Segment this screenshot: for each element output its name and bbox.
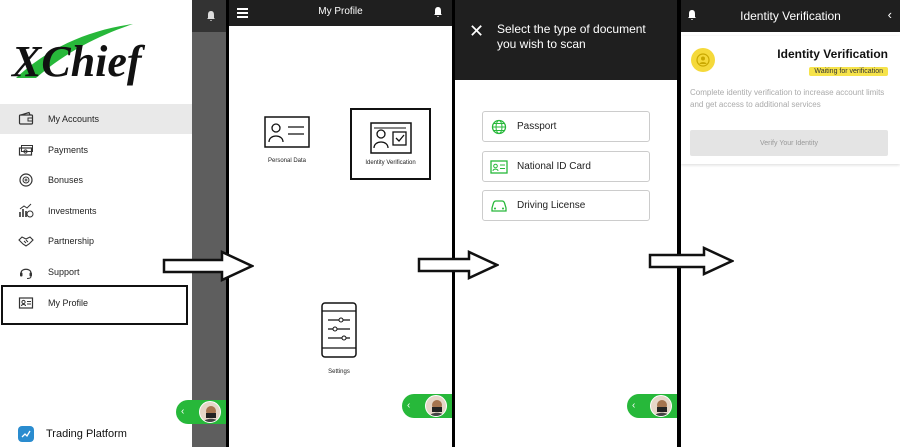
sidebar-item-label: My Accounts <box>48 114 100 124</box>
bell-icon[interactable] <box>205 10 217 22</box>
id-card-icon <box>489 159 509 175</box>
avatar <box>199 401 221 423</box>
driving-license-option[interactable]: Driving License <box>482 190 650 221</box>
verification-header: Identity Verification ‹ <box>681 0 900 32</box>
chevron-left-icon[interactable]: ‹ <box>888 7 892 22</box>
svg-text:XChief: XChief <box>10 37 146 86</box>
arrow-right-icon <box>417 250 499 280</box>
arrow-right-icon <box>648 246 734 276</box>
arrow-right-icon <box>162 250 254 282</box>
option-label: Driving License <box>517 200 586 211</box>
sidebar-item-investments[interactable]: Investments <box>0 196 192 226</box>
tile-settings[interactable]: Settings <box>317 302 361 382</box>
avatar <box>425 395 447 417</box>
chevron-left-icon: ‹ <box>407 400 411 411</box>
page-title: Select the type of document you wish to … <box>497 22 646 51</box>
passport-option[interactable]: Passport <box>482 111 650 142</box>
globe-icon <box>489 119 509 135</box>
option-label: Passport <box>517 121 557 132</box>
status-badge: Waiting for verification <box>809 67 888 76</box>
sidebar-item-my-accounts[interactable]: My Accounts <box>0 104 192 134</box>
sidebar-item-bonuses[interactable]: Bonuses <box>0 165 192 195</box>
identity-verification-panel: Identity Verification ‹ Identity Verific… <box>681 0 900 447</box>
handshake-icon <box>18 233 34 249</box>
option-label: National ID Card <box>517 161 591 172</box>
tile-identity-verification[interactable]: Identity Verification <box>350 108 431 180</box>
tile-personal-data[interactable]: Personal Data <box>259 116 315 168</box>
profile-header: My Profile <box>229 0 452 26</box>
chevron-left-icon: ‹ <box>632 400 636 411</box>
dimmed-overlay[interactable] <box>192 0 226 447</box>
page-title: Identity Verification <box>740 9 841 23</box>
avatar <box>650 395 672 417</box>
close-icon[interactable]: ✕ <box>469 22 484 40</box>
sidebar-item-label: Bonuses <box>48 175 84 185</box>
bell-icon[interactable] <box>432 6 444 18</box>
car-icon <box>489 198 509 214</box>
tile-label: Personal Data <box>267 158 307 164</box>
verification-card: Identity Verification Waiting for verifi… <box>681 36 900 164</box>
wallet-icon <box>18 111 34 127</box>
support-chat-widget[interactable]: ‹ <box>402 394 452 418</box>
phone-settings-icon <box>321 302 357 358</box>
xchief-logo: XChief <box>8 20 188 90</box>
chevron-left-icon: ‹ <box>181 406 185 417</box>
support-chat-widget[interactable]: ‹ <box>176 400 226 424</box>
verification-badge-icon <box>691 48 715 72</box>
trading-platform-icon <box>18 426 34 442</box>
trading-platform-link[interactable]: Trading Platform <box>0 422 192 446</box>
investment-icon <box>18 203 34 219</box>
verify-id-icon <box>370 122 412 154</box>
trading-platform-label: Trading Platform <box>46 428 127 440</box>
my-profile-panel: My Profile Personal Data Identity Verifi… <box>229 0 452 447</box>
sidebar-item-label: Investments <box>48 206 97 216</box>
page-title: My Profile <box>318 6 363 17</box>
sidebar-panel: XChief My Accounts Payments Bonuses Inve… <box>0 0 226 447</box>
national-id-option[interactable]: National ID Card <box>482 151 650 182</box>
bonus-icon <box>18 172 34 188</box>
document-type-panel: ✕ Select the type of document you wish t… <box>455 0 677 447</box>
sidebar-item-payments[interactable]: Payments <box>0 135 192 165</box>
support-chat-widget[interactable]: ‹ <box>627 394 677 418</box>
card-title: Identity Verification <box>777 47 888 61</box>
sidebar-item-label: Partnership <box>48 236 95 246</box>
card-description: Complete identity verification to increa… <box>690 88 885 109</box>
verify-identity-button[interactable]: Verify Your Identity <box>690 130 888 156</box>
id-card-icon <box>264 116 310 148</box>
headset-icon <box>18 264 34 280</box>
tile-label: Identity Verification <box>365 160 416 166</box>
tile-label: Settings <box>328 369 350 375</box>
sidebar-item-label: Payments <box>48 145 89 155</box>
sidebar-item-label: Support <box>48 267 80 277</box>
scan-header: ✕ Select the type of document you wish t… <box>455 0 677 80</box>
money-icon <box>18 142 34 158</box>
highlight-box <box>1 285 188 325</box>
